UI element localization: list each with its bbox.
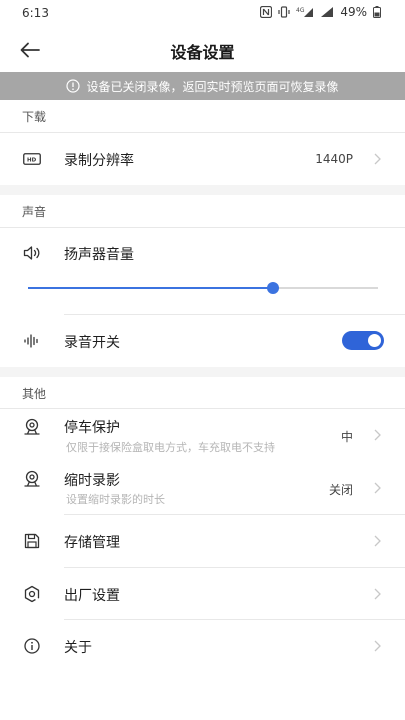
svg-text:4G: 4G (296, 7, 305, 14)
timelapse-subtitle: 设置缩时录影的时长 (66, 493, 165, 506)
volume-slider-thumb[interactable] (267, 282, 279, 294)
battery-icon (373, 6, 381, 18)
about-label: 关于 (64, 640, 92, 656)
vibrate-icon (278, 6, 290, 18)
camera-icon (22, 417, 42, 437)
signal-icon (320, 6, 334, 18)
resolution-row[interactable]: HD 录制分辨率 1440P (0, 133, 405, 185)
parking-protection-row[interactable]: 停车保护 仅限于接保险盒取电方式，车充取电不支持 中 (0, 409, 405, 463)
toggle-knob (368, 334, 381, 347)
resolution-value: 1440P (315, 152, 353, 166)
record-audio-toggle[interactable] (342, 331, 384, 350)
timelapse-value: 关闭 (328, 483, 353, 497)
status-time: 6:13 (22, 6, 49, 20)
chevron-right-icon (372, 638, 382, 654)
section-sound-header: 声音 (0, 195, 405, 227)
nfc-icon (260, 6, 273, 18)
record-audio-label: 录音开关 (64, 335, 120, 351)
chevron-right-icon (372, 533, 382, 549)
parking-protection-value: 中 (340, 430, 353, 444)
chevron-right-icon (372, 427, 382, 443)
status-icons: 4G 49% (260, 5, 381, 19)
battery-text: 49% (340, 5, 367, 19)
resolution-label: 录制分辨率 (64, 153, 134, 169)
chevron-right-icon (372, 586, 382, 602)
info-icon (22, 636, 42, 656)
parking-protection-label: 停车保护 (64, 420, 120, 436)
timelapse-label: 缩时录影 (64, 473, 120, 489)
volume-label: 扬声器音量 (64, 247, 134, 263)
section-gap (0, 185, 405, 195)
chevron-right-icon (372, 480, 382, 496)
banner-text: 设备已关闭录像，返回实时预览页面可恢复录像 (86, 79, 339, 94)
save-disk-icon (22, 531, 42, 551)
info-icon (66, 79, 81, 93)
timelapse-row[interactable]: 缩时录影 设置缩时录影的时长 关闭 (0, 463, 405, 515)
audio-wave-icon (22, 331, 42, 351)
recording-off-banner: 设备已关闭录像，返回实时预览页面可恢复录像 (0, 72, 405, 100)
factory-reset-label: 出厂设置 (64, 588, 120, 604)
chevron-right-icon (372, 151, 382, 167)
section-other-header: 其他 (0, 377, 405, 409)
hd-icon: HD (22, 149, 42, 169)
section-gap (0, 367, 405, 377)
svg-text:HD: HD (27, 157, 37, 163)
page-title: 设备设置 (170, 43, 235, 62)
camera-icon (22, 469, 42, 489)
title-bar: 设备设置 (0, 28, 405, 72)
volume-slider-fill (28, 287, 273, 289)
volume-slider[interactable] (28, 282, 378, 294)
factory-reset-row[interactable]: 出厂设置 (0, 568, 405, 620)
section-download-header: 下载 (0, 100, 405, 132)
about-row[interactable]: 关于 (0, 620, 405, 672)
parking-protection-subtitle: 仅限于接保险盒取电方式，车充取电不支持 (66, 441, 275, 454)
storage-row[interactable]: 存储管理 (0, 515, 405, 567)
speaker-icon (22, 243, 42, 263)
signal-4g-icon: 4G (296, 6, 314, 18)
reset-gear-icon (22, 584, 42, 604)
volume-row: 扬声器音量 (0, 228, 405, 314)
status-bar: 6:13 4G 49% (0, 0, 405, 28)
storage-label: 存储管理 (64, 535, 120, 551)
